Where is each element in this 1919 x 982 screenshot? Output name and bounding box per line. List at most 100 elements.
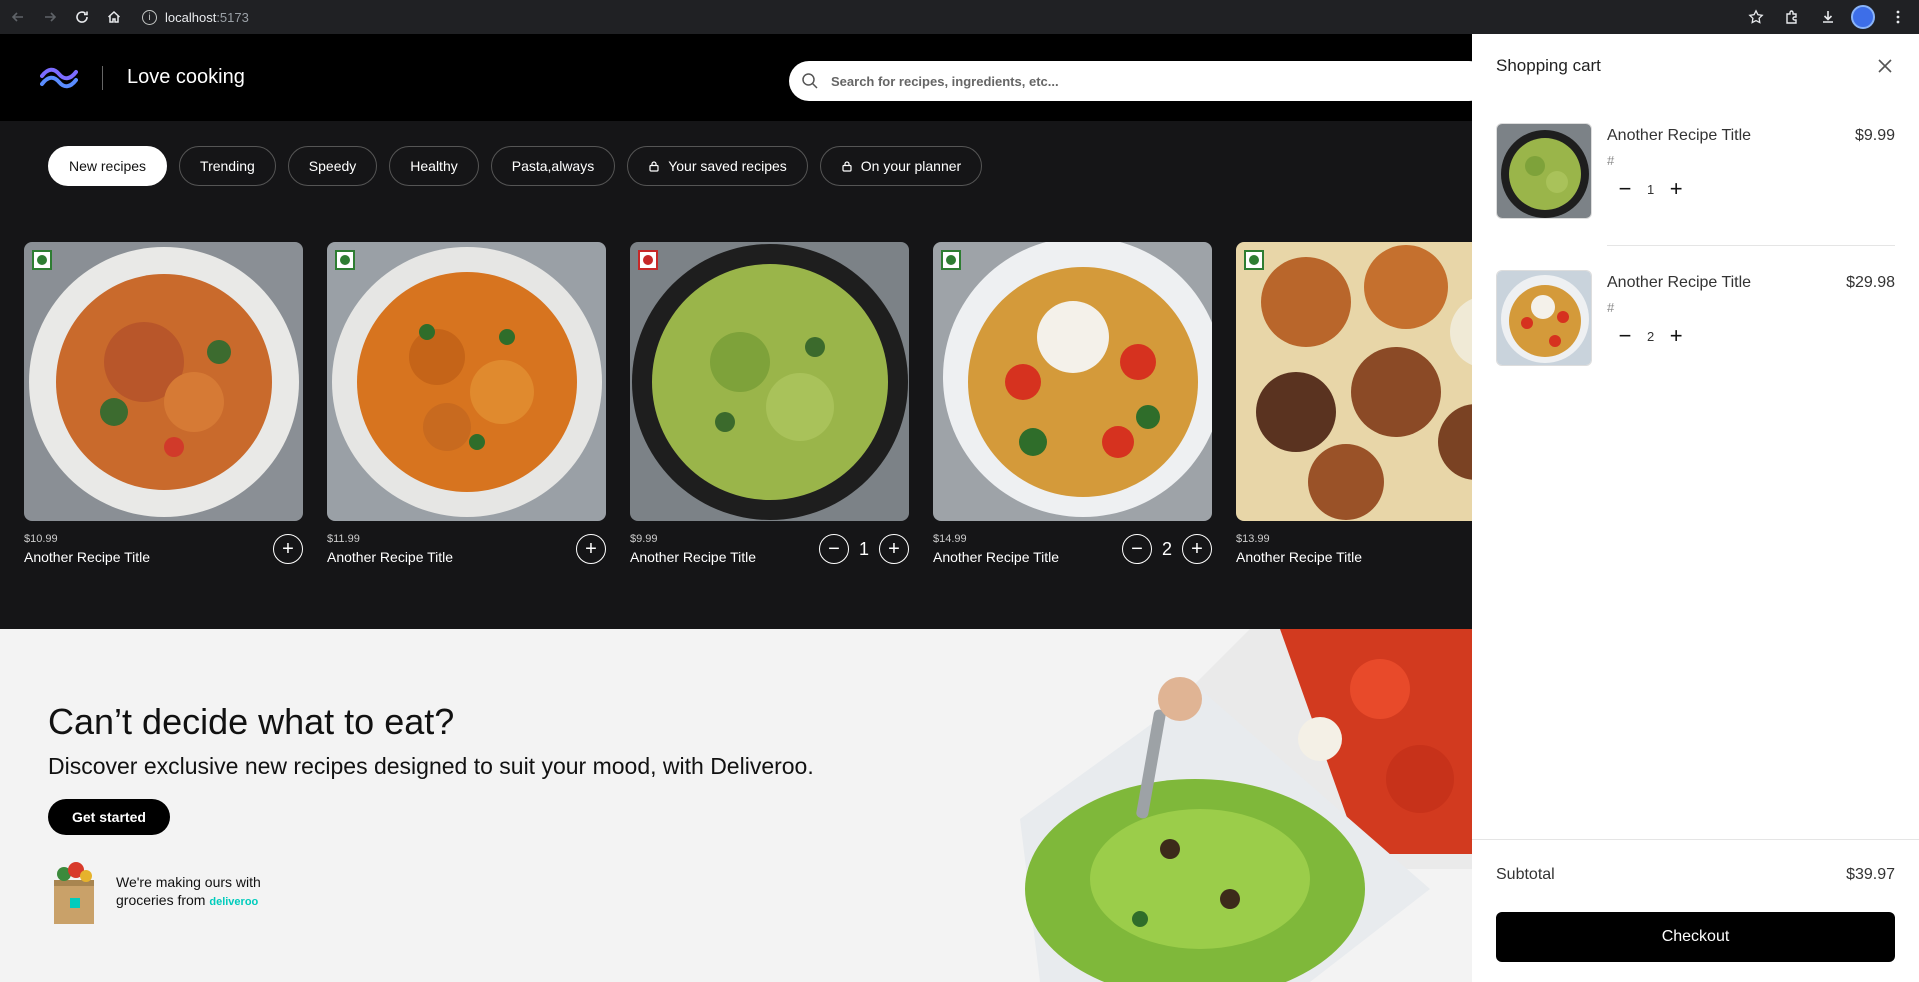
veg-indicator-icon	[335, 250, 355, 270]
cart-item-link[interactable]: #	[1607, 153, 1614, 168]
chip-pasta-always[interactable]: Pasta,always	[490, 146, 616, 186]
profile-avatar[interactable]	[1851, 5, 1875, 29]
recipe-title[interactable]: Another Recipe Title	[630, 549, 756, 565]
decrease-quantity-button[interactable]: −	[819, 534, 849, 564]
veg-indicator-icon	[941, 250, 961, 270]
veg-indicator-icon	[32, 250, 52, 270]
recipe-card[interactable]: $9.99 Another Recipe Title − 1 +	[630, 242, 909, 565]
note-line: groceries from	[116, 892, 206, 908]
promo-subheading: Discover exclusive new recipes designed …	[48, 753, 814, 779]
recipes-section: New recipes Trending Speedy Healthy Past…	[0, 121, 1472, 629]
recipe-title[interactable]: Another Recipe Title	[1236, 549, 1362, 565]
browser-toolbar: i localhost:5173	[0, 0, 1919, 34]
divider	[1607, 245, 1895, 246]
chip-label: Healthy	[410, 158, 458, 174]
recipe-image[interactable]	[630, 242, 909, 521]
forward-button[interactable]	[36, 3, 64, 31]
recipe-card[interactable]: $10.99 Another Recipe Title +	[24, 242, 303, 565]
recipe-card[interactable]: $11.99 Another Recipe Title +	[327, 242, 606, 565]
recipe-price: $10.99	[24, 533, 58, 545]
subtotal-label: Subtotal	[1496, 866, 1555, 883]
extensions-icon[interactable]	[1779, 4, 1805, 30]
search-icon	[802, 73, 818, 89]
subtotal-value: $39.97	[1846, 866, 1895, 883]
chip-on-planner[interactable]: On your planner	[819, 146, 983, 186]
increase-quantity-button[interactable]: +	[1668, 325, 1684, 347]
quantity-value: 1	[858, 538, 869, 559]
recipe-card[interactable]: $14.99 Another Recipe Title − 2 +	[933, 242, 1212, 565]
search-placeholder: Search for recipes, ingredients, etc...	[831, 73, 1059, 89]
chip-label: New recipes	[69, 158, 147, 174]
deliveroo-note: We're making ours with groceries from de…	[116, 873, 261, 911]
close-icon[interactable]	[1875, 56, 1895, 76]
recipe-card[interactable]: $13.99 Another Recipe Title	[1236, 242, 1472, 565]
recipe-image[interactable]	[1236, 242, 1472, 521]
chip-healthy[interactable]: Healthy	[389, 146, 479, 186]
recipe-title[interactable]: Another Recipe Title	[24, 549, 150, 565]
cart-item-link[interactable]: #	[1607, 300, 1614, 315]
increase-quantity-button[interactable]: +	[1182, 534, 1212, 564]
veg-indicator-icon	[1244, 250, 1264, 270]
recipe-title[interactable]: Another Recipe Title	[327, 549, 453, 565]
recipe-image[interactable]	[24, 242, 303, 521]
chip-label: Pasta,always	[511, 158, 595, 174]
decrease-quantity-button[interactable]: −	[1617, 325, 1633, 347]
chip-saved-recipes[interactable]: Your saved recipes	[627, 146, 808, 186]
add-to-cart-button[interactable]: +	[576, 534, 606, 564]
address-bar[interactable]: i localhost:5173	[142, 9, 249, 25]
promo-food-image	[1020, 629, 1472, 982]
brand-name[interactable]: Love cooking	[127, 66, 245, 89]
note-line: We're making ours with	[116, 874, 261, 890]
download-icon[interactable]	[1815, 4, 1841, 30]
brand-logo-icon[interactable]	[40, 66, 78, 90]
promo-section: Can’t decide what to eat? Discover exclu…	[0, 629, 1472, 982]
increase-quantity-button[interactable]: +	[879, 534, 909, 564]
search-input[interactable]: Search for recipes, ingredients, etc...	[789, 61, 1472, 101]
cart-item-name[interactable]: Another Recipe Title	[1607, 127, 1751, 145]
lock-icon	[842, 161, 852, 172]
back-button[interactable]	[4, 3, 32, 31]
recipe-image[interactable]	[327, 242, 606, 521]
url-host: localhost	[165, 9, 217, 25]
site-info-icon[interactable]: i	[142, 9, 157, 25]
cart-item-image[interactable]	[1496, 270, 1592, 366]
get-started-button[interactable]: Get started	[48, 799, 170, 835]
grocery-bag-icon	[54, 862, 94, 924]
reload-button[interactable]	[68, 3, 96, 31]
chip-new-recipes[interactable]: New recipes	[48, 146, 168, 186]
category-chips: New recipes Trending Speedy Healthy Past…	[48, 146, 983, 186]
decrease-quantity-button[interactable]: −	[1617, 178, 1633, 200]
cart-title: Shopping cart	[1496, 56, 1601, 75]
recipe-title[interactable]: Another Recipe Title	[933, 549, 1059, 565]
recipe-price: $13.99	[1236, 533, 1270, 545]
cart-item-image[interactable]	[1496, 123, 1592, 219]
cart-item-price: $29.98	[1846, 274, 1895, 291]
home-button[interactable]	[100, 3, 128, 31]
recipe-price: $9.99	[630, 533, 658, 545]
divider	[1472, 839, 1919, 840]
app: Love cooking Search for recipes, ingredi…	[0, 34, 1472, 982]
quantity-value: 2	[1161, 538, 1172, 559]
bookmark-star-icon[interactable]	[1743, 4, 1769, 30]
cart-item-quantity: 1	[1647, 181, 1655, 197]
recipe-image[interactable]	[933, 242, 1212, 521]
checkout-button[interactable]: Checkout	[1496, 912, 1895, 962]
add-to-cart-button[interactable]: +	[273, 534, 303, 564]
chip-speedy[interactable]: Speedy	[287, 146, 378, 186]
cart-item: Another Recipe Title # $9.99 − 1 +	[1496, 123, 1895, 241]
cart-item-price: $9.99	[1854, 127, 1895, 144]
cart-item-quantity: 2	[1647, 328, 1655, 344]
promo-heading: Can’t decide what to eat?	[48, 701, 455, 742]
non-veg-indicator-icon	[638, 250, 658, 270]
shopping-cart-panel: Shopping cart Another Recipe Title # $9.…	[1472, 34, 1919, 982]
cart-item: Another Recipe Title # $29.98 − 2 +	[1496, 270, 1895, 388]
recipe-price: $14.99	[933, 533, 967, 545]
chip-trending[interactable]: Trending	[179, 146, 276, 186]
decrease-quantity-button[interactable]: −	[1122, 534, 1152, 564]
deliveroo-logo[interactable]: deliveroo	[209, 896, 258, 908]
increase-quantity-button[interactable]: +	[1668, 178, 1684, 200]
recipe-price: $11.99	[327, 533, 360, 545]
lock-icon	[649, 161, 659, 172]
cart-item-name[interactable]: Another Recipe Title	[1607, 274, 1751, 292]
menu-kebab-icon[interactable]	[1885, 4, 1911, 30]
